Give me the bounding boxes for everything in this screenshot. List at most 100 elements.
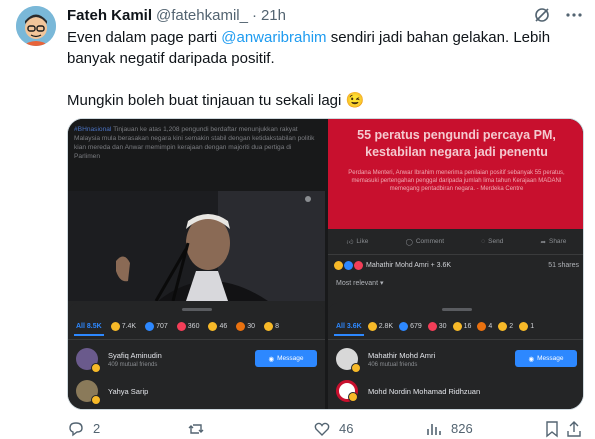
- person-name[interactable]: Mohd Nordin Mohamad Ridhzuan: [368, 387, 480, 396]
- tweet-paragraph-1: Even dalam page parti @anwaribrahim send…: [67, 29, 551, 67]
- love-icon: [427, 321, 437, 331]
- list-item[interactable]: Mahathir Mohd Amri 406 mutual friends ◉ M…: [336, 345, 577, 373]
- most-relevant-filter[interactable]: Most relevant ▾: [336, 279, 384, 287]
- haha-badge-icon: [351, 363, 361, 373]
- share-icon: ➦: [540, 238, 546, 246]
- haha-badge-icon: [348, 392, 358, 402]
- post-action-bar: 👍︎ Like ◯ Comment ◌ Send ➦ Share: [328, 229, 583, 255]
- person-name[interactable]: Syafiq Aminudin: [108, 351, 162, 360]
- thumbs-up-icon: 👍︎: [346, 238, 354, 246]
- separator-dot: ·: [251, 6, 257, 24]
- send-action[interactable]: ◌ Send: [481, 238, 503, 245]
- tabs-divider: [68, 339, 325, 340]
- tabs-divider: [328, 339, 583, 340]
- tab-all-reactions[interactable]: All 8.5K: [74, 323, 104, 336]
- messenger-icon: ◉: [528, 355, 535, 363]
- message-button[interactable]: ◉ Message: [515, 350, 577, 367]
- share-button[interactable]: [565, 420, 587, 438]
- avatar[interactable]: [336, 380, 358, 402]
- tab-wow[interactable]: 46: [208, 321, 227, 331]
- tab-all-reactions[interactable]: All 3.6K: [334, 323, 364, 336]
- tab-haha[interactable]: 7.4K: [110, 321, 136, 331]
- bookmark-icon: [546, 420, 558, 437]
- reactors-summary[interactable]: Mahathir Mohd Amri + 3.6K 51 shares: [334, 261, 579, 270]
- tweet-paragraph-2: Mungkin boleh buat tinjauan tu sekali la…: [67, 92, 365, 109]
- tweet-timestamp[interactable]: 21h: [261, 7, 286, 24]
- tab-haha[interactable]: 2.8K: [367, 321, 393, 331]
- tweet-media[interactable]: #BHnasional Tinjauan ke atas 1,208 pengu…: [67, 118, 584, 410]
- haha-badge-icon: [91, 363, 101, 373]
- mention-link[interactable]: @anwaribrahim: [221, 29, 326, 46]
- tab-care[interactable]: 1: [519, 321, 534, 331]
- haha-icon: [334, 261, 343, 270]
- retweet-button[interactable]: [187, 420, 313, 438]
- reply-button[interactable]: 2: [67, 420, 187, 438]
- more-options-icon[interactable]: [565, 6, 583, 24]
- reply-count: 2: [93, 421, 101, 436]
- avatar[interactable]: [76, 348, 101, 373]
- haha-icon: [110, 321, 120, 331]
- grok-icon[interactable]: [533, 6, 551, 24]
- news-subtext: Perdana Menteri, Anwar Ibrahim menerima …: [348, 170, 565, 192]
- comment-action[interactable]: ◯ Comment: [406, 238, 444, 246]
- wow-icon: [208, 321, 218, 331]
- sheet-handle[interactable]: [181, 308, 212, 311]
- like-icon: [344, 261, 353, 270]
- person-name[interactable]: Mahathir Mohd Amri: [368, 351, 435, 360]
- avatar[interactable]: [76, 380, 101, 405]
- tab-like[interactable]: 679: [399, 321, 422, 331]
- profile-avatar[interactable]: [16, 6, 56, 46]
- sheet-handle[interactable]: [441, 308, 472, 311]
- views-icon: [427, 423, 441, 435]
- comment-icon: ◯: [405, 238, 413, 246]
- tab-love[interactable]: 30: [427, 321, 447, 331]
- views-count: 826: [451, 421, 473, 436]
- like-button[interactable]: 46: [313, 420, 425, 438]
- display-name[interactable]: Fateh Kamil: [67, 7, 152, 24]
- send-icon: ◌: [481, 238, 486, 245]
- reactions-sheet: All 3.6K 2.8K 679 30 16 4 2 1 Mahathir M…: [328, 303, 583, 409]
- reaction-tabs: All 8.5K 7.4K 707 360 46 30 8: [74, 319, 321, 336]
- messenger-icon: ◉: [268, 355, 275, 363]
- list-item[interactable]: Yahya Sarip: [76, 377, 317, 405]
- like-action[interactable]: 👍︎ Like: [347, 238, 369, 246]
- media-image-left[interactable]: #BHnasional Tinjauan ke atas 1,208 pengu…: [68, 119, 325, 409]
- like-count: 46: [339, 421, 354, 436]
- user-handle[interactable]: @fatehkamil_: [156, 7, 248, 24]
- bookmark-button[interactable]: [543, 420, 565, 438]
- post-caption: #BHnasional Tinjauan ke atas 1,208 pengu…: [68, 119, 325, 191]
- tab-wow[interactable]: 16: [452, 321, 471, 331]
- hashtag: #BHnasional: [74, 126, 112, 133]
- tab-sad[interactable]: 2: [498, 321, 513, 331]
- haha-icon: [367, 321, 377, 331]
- header-icons: [533, 6, 583, 24]
- views-button[interactable]: 826: [425, 420, 543, 438]
- avatar[interactable]: [336, 348, 361, 373]
- heart-icon: [314, 422, 330, 436]
- share-action[interactable]: ➦ Share: [541, 238, 567, 246]
- tweet-header: Fateh Kamil @fatehkamil_ · 21h: [67, 5, 286, 25]
- angry-icon: [477, 321, 487, 331]
- tab-like[interactable]: 707: [145, 321, 168, 331]
- like-icon: [399, 321, 409, 331]
- shares-count[interactable]: 51 shares: [548, 262, 579, 269]
- angry-icon: [236, 321, 246, 331]
- haha-badge-icon: [91, 395, 101, 405]
- share-icon: [567, 420, 581, 437]
- message-button[interactable]: ◉ Message: [255, 350, 317, 367]
- wow-icon: [452, 321, 462, 331]
- person-name[interactable]: Yahya Sarip: [108, 387, 148, 396]
- tweet-action-bar: 2 46 826: [67, 418, 587, 439]
- care-icon: [264, 321, 274, 331]
- list-item[interactable]: Mohd Nordin Mohamad Ridhzuan: [336, 377, 577, 405]
- media-image-right[interactable]: 55 peratus pengundi percaya PM, kestabil…: [328, 119, 583, 409]
- retweet-icon: [188, 423, 204, 434]
- tab-care[interactable]: 8: [264, 321, 279, 331]
- list-item[interactable]: Syafiq Aminudin 409 mutual friends ◉ Mess…: [76, 345, 317, 373]
- sad-icon: [498, 321, 508, 331]
- tab-love[interactable]: 360: [176, 321, 199, 331]
- tab-angry[interactable]: 4: [477, 321, 492, 331]
- tab-angry[interactable]: 30: [236, 321, 255, 331]
- reactors-text: Mahathir Mohd Amri + 3.6K: [366, 262, 452, 269]
- reactions-sheet: All 8.5K 7.4K 707 360 46 30 8 Syafiq Ami…: [68, 303, 325, 409]
